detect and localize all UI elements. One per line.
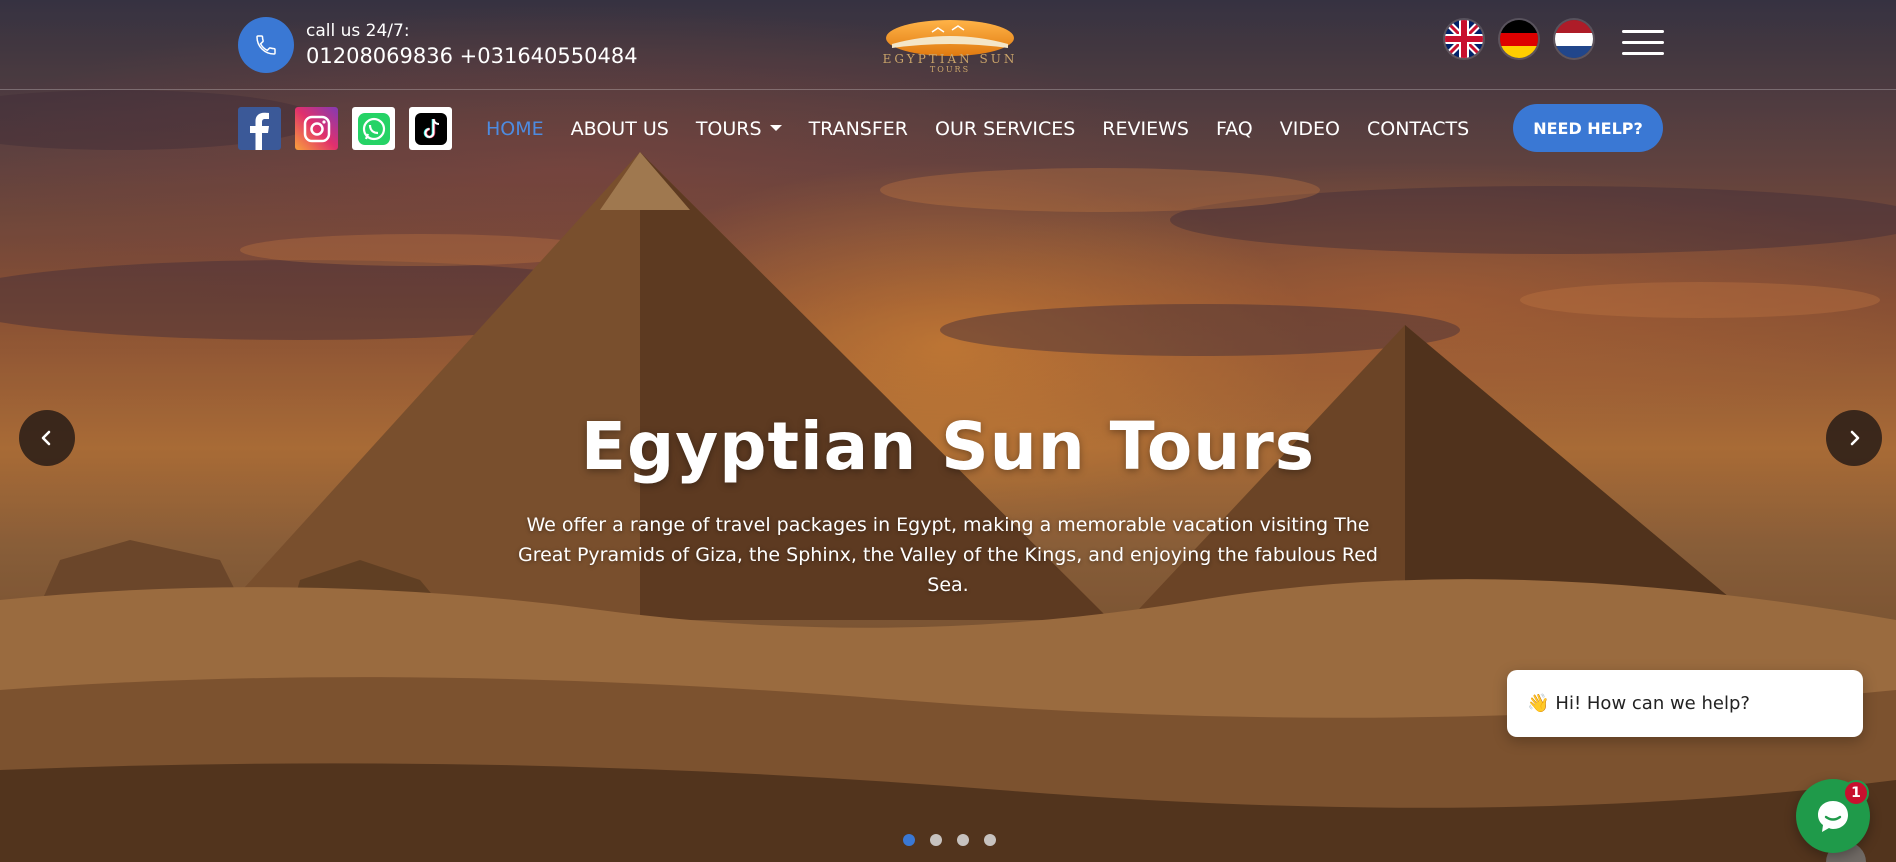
carousel-dot[interactable] bbox=[930, 834, 942, 846]
logo-text: EGYPTIAN SUN bbox=[882, 52, 1018, 66]
facebook-icon[interactable] bbox=[238, 107, 281, 150]
chat-notification-badge: 1 bbox=[1843, 780, 1869, 806]
nav-home[interactable]: HOME bbox=[486, 115, 544, 143]
site-logo[interactable]: EGYPTIAN SUN TOURS bbox=[852, 18, 1048, 74]
whatsapp-icon[interactable] bbox=[352, 107, 395, 150]
germany-flag-icon[interactable] bbox=[1500, 20, 1538, 58]
carousel-next-button[interactable] bbox=[1826, 410, 1882, 466]
uk-flag-icon[interactable] bbox=[1445, 20, 1483, 58]
carousel-indicators bbox=[903, 834, 1011, 846]
chevron-left-icon bbox=[41, 430, 51, 446]
language-switcher bbox=[1445, 20, 1610, 58]
nav-video[interactable]: VIDEO bbox=[1280, 115, 1340, 143]
phone-numbers[interactable]: 01208069836 +031640550484 bbox=[306, 42, 638, 70]
nav-faq[interactable]: FAQ bbox=[1216, 115, 1253, 143]
call-us[interactable]: call us 24/7: 01208069836 +031640550484 bbox=[238, 17, 638, 73]
nav-reviews[interactable]: REVIEWS bbox=[1102, 115, 1189, 143]
top-bar: call us 24/7: 01208069836 +031640550484 … bbox=[0, 0, 1896, 90]
hero-title: Egyptian Sun Tours bbox=[580, 408, 1316, 485]
chevron-right-icon bbox=[1850, 430, 1860, 446]
nav-contacts[interactable]: CONTACTS bbox=[1367, 115, 1469, 143]
social-links bbox=[238, 107, 466, 150]
waving-hand-icon: 👋 bbox=[1527, 693, 1550, 714]
call-label: call us 24/7: bbox=[306, 21, 410, 41]
hamburger-menu-icon[interactable] bbox=[1622, 30, 1664, 56]
need-help-button[interactable]: NEED HELP? bbox=[1513, 104, 1663, 152]
carousel-dot[interactable] bbox=[957, 834, 969, 846]
nav-our-services[interactable]: OUR SERVICES bbox=[935, 115, 1075, 143]
main-nav: HOME ABOUT US TOURS TRANSFER OUR SERVICE… bbox=[486, 115, 1496, 143]
instagram-icon[interactable] bbox=[295, 107, 338, 150]
nav-tours[interactable]: TOURS bbox=[696, 115, 782, 143]
hero-subtitle: We offer a range of travel packages in E… bbox=[518, 514, 1378, 596]
logo-subtext: TOURS bbox=[929, 65, 971, 74]
phone-icon bbox=[238, 17, 294, 73]
chat-greeting-text: Hi! How can we help? bbox=[1555, 693, 1750, 714]
chat-greeting-bubble[interactable]: 👋 Hi! How can we help? bbox=[1507, 670, 1863, 737]
carousel-prev-button[interactable] bbox=[19, 410, 75, 466]
tiktok-icon[interactable] bbox=[409, 107, 452, 150]
nav-transfer[interactable]: TRANSFER bbox=[809, 115, 908, 143]
caret-down-icon bbox=[769, 125, 782, 131]
carousel-dot[interactable] bbox=[984, 834, 996, 846]
nav-about-us[interactable]: ABOUT US bbox=[571, 115, 669, 143]
netherlands-flag-icon[interactable] bbox=[1555, 20, 1593, 58]
carousel-dot[interactable] bbox=[903, 834, 915, 846]
